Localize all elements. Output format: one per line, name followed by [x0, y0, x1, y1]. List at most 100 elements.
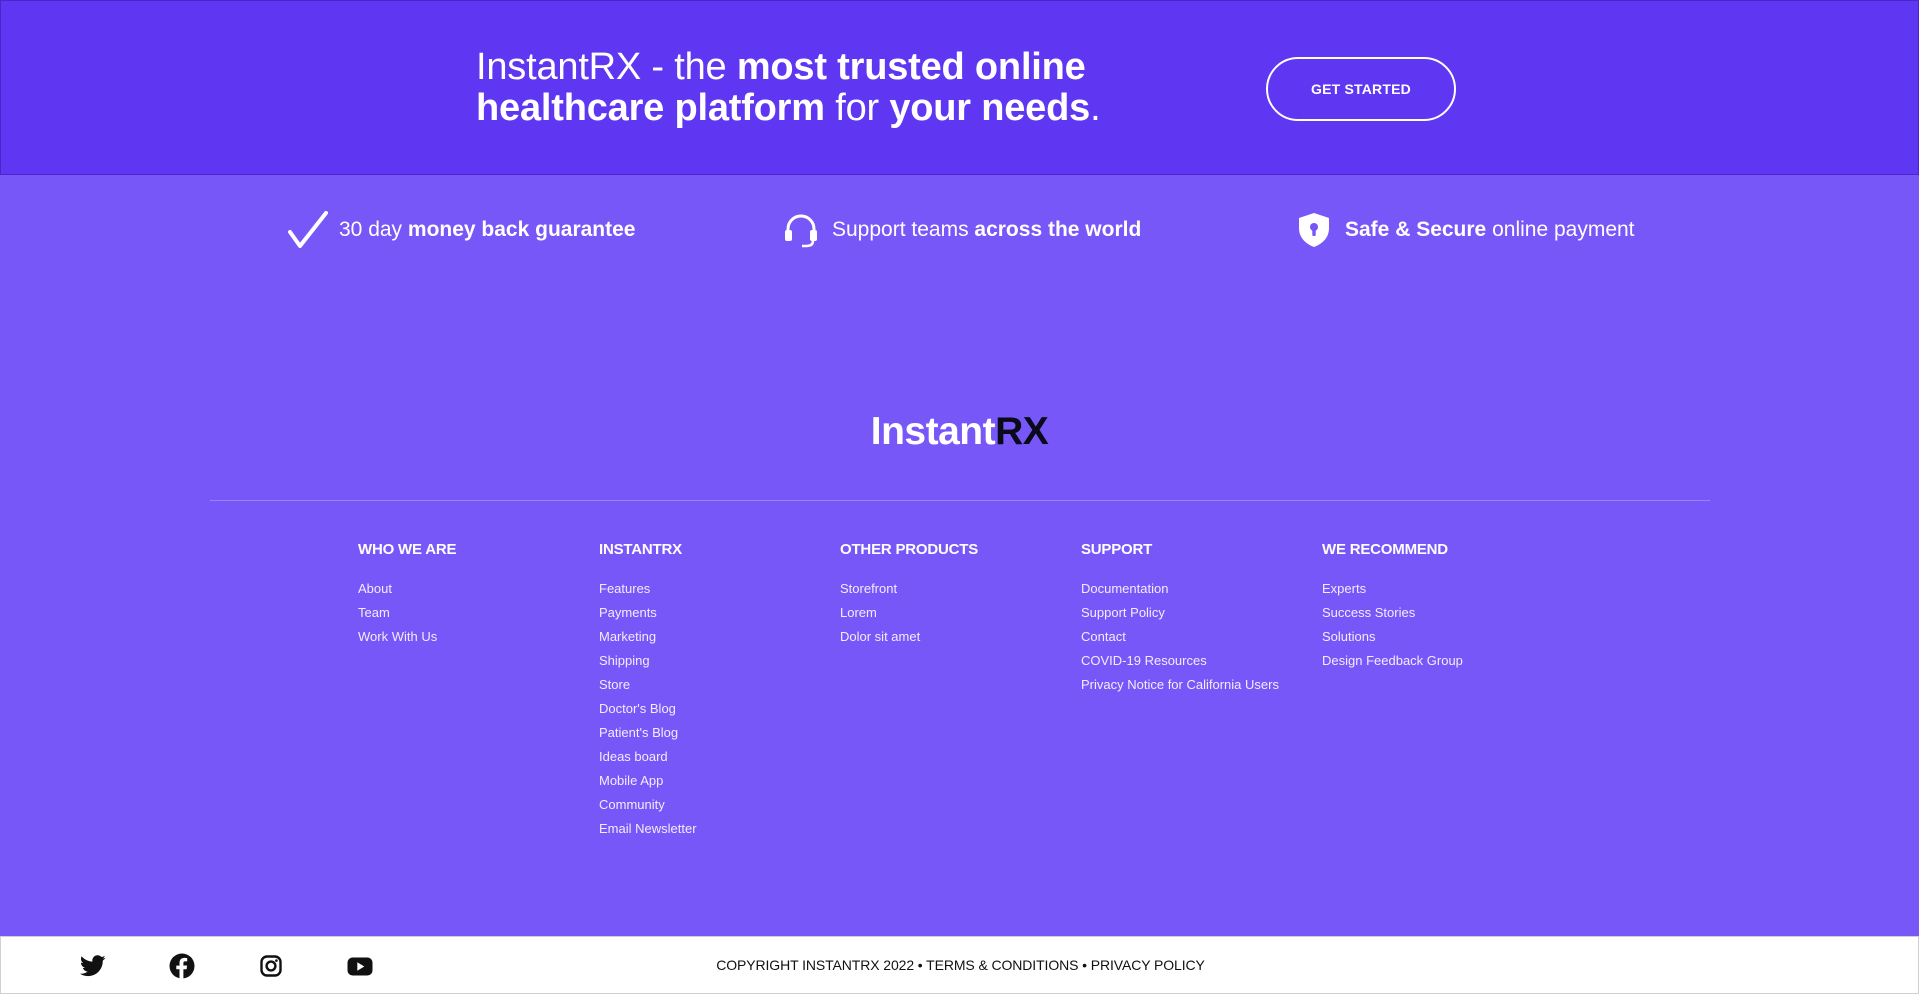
copyright-text: COPYRIGHT INSTANTRX 2022 [716, 957, 915, 973]
footer-column-instantrx: INSTANTRX Features Payments Marketing Sh… [599, 541, 697, 841]
legal-separator: • [914, 957, 927, 973]
footer-link-list: About Team Work With Us [358, 577, 456, 649]
footer-link[interactable]: Mobile App [599, 769, 697, 793]
footer-link-text[interactable]: Doctor's Blog [599, 701, 676, 716]
footer-link-text[interactable]: Email Newsletter [599, 821, 697, 836]
footer-link[interactable]: Success Stories [1322, 601, 1463, 625]
footer-link[interactable]: Design Feedback Group [1322, 649, 1463, 673]
footer-link[interactable]: Email Newsletter [599, 817, 697, 841]
footer-link-text[interactable]: Experts [1322, 581, 1366, 596]
footer-logo[interactable]: InstantRX [0, 410, 1919, 454]
headset-icon [780, 209, 822, 251]
get-started-button[interactable]: GET STARTED [1266, 57, 1456, 121]
footer-link[interactable]: Ideas board [599, 745, 697, 769]
footer-link-text[interactable]: Patient's Blog [599, 725, 678, 740]
footer-link-text[interactable]: Payments [599, 605, 657, 620]
feature-text-bold: money back guarantee [407, 218, 636, 241]
footer-column-other-products: OTHER PRODUCTS Storefront Lorem Dolor si… [840, 541, 978, 649]
footer-link[interactable]: Work With Us [358, 625, 456, 649]
footer-link[interactable]: Marketing [599, 625, 697, 649]
footer-link[interactable]: Store [599, 673, 697, 697]
footer-link[interactable]: Lorem [840, 601, 978, 625]
footer-link[interactable]: Experts [1322, 577, 1463, 601]
footer-link-text[interactable]: COVID-19 Resources [1081, 653, 1207, 668]
footer-link-text[interactable]: About [358, 581, 392, 596]
footer-link-text[interactable]: Dolor sit amet [840, 629, 920, 644]
footer-link-text[interactable]: Marketing [599, 629, 656, 644]
footer-link[interactable]: Patient's Blog [599, 721, 697, 745]
footer-link[interactable]: Doctor's Blog [599, 697, 697, 721]
feature-text-pre: Support teams [832, 218, 975, 241]
footer-column-who-we-are: WHO WE ARE About Team Work With Us [358, 541, 456, 649]
footer-link-text[interactable]: Work With Us [358, 629, 437, 644]
feature-text-pre: 30 day [339, 218, 408, 241]
footer-link-text[interactable]: Community [599, 797, 665, 812]
feature-money-back: 30 day money back guarantee [287, 209, 635, 251]
feature-secure-payment: Safe & Secure online payment [1293, 209, 1635, 251]
footer-link-text[interactable]: Success Stories [1322, 605, 1415, 620]
logo-part-rx: RX [995, 410, 1049, 453]
hero-text-part: . [1090, 87, 1101, 129]
footer-link[interactable]: Documentation [1081, 577, 1279, 601]
hero-text-part: for [824, 87, 890, 129]
terms-link[interactable]: TERMS & CONDITIONS [926, 957, 1078, 973]
footer-column-title: SUPPORT [1081, 541, 1153, 558]
footer-link-text[interactable]: Store [599, 677, 630, 692]
footer-link[interactable]: Contact [1081, 625, 1279, 649]
feature-text: Support teams across the world [832, 218, 1141, 242]
shield-lock-icon [1293, 209, 1335, 251]
footer-link[interactable]: Community [599, 793, 697, 817]
footer-link-text[interactable]: Solutions [1322, 629, 1375, 644]
footer-link-text[interactable]: Privacy Notice for California Users [1081, 677, 1279, 692]
footer-link[interactable]: Storefront [840, 577, 978, 601]
bottom-bar: COPYRIGHT INSTANTRX 2022 • TERMS & CONDI… [0, 936, 1919, 994]
feature-support: Support teams across the world [780, 209, 1141, 251]
footer-divider [210, 500, 1710, 501]
hero-headline: InstantRX - the most trusted online heal… [476, 47, 1136, 129]
footer-link-list: Storefront Lorem Dolor sit amet [840, 577, 978, 649]
footer-link-list: Experts Success Stories Solutions Design… [1322, 577, 1463, 673]
hero-text-emphasis: your needs [889, 87, 1091, 129]
feature-text-bold: across the world [974, 218, 1142, 241]
footer-link-text[interactable]: Documentation [1081, 581, 1168, 596]
footer-column-title: WE RECOMMEND [1322, 541, 1448, 558]
logo-part-instant: Instant [870, 410, 996, 453]
footer-link[interactable]: COVID-19 Resources [1081, 649, 1279, 673]
footer-link-text[interactable]: Ideas board [599, 749, 668, 764]
footer-link-text[interactable]: Mobile App [599, 773, 663, 788]
features-strip: 30 day money back guarantee Support team… [0, 175, 1919, 285]
footer-link[interactable]: Payments [599, 601, 697, 625]
footer-link[interactable]: Team [358, 601, 456, 625]
footer-column-we-recommend: WE RECOMMEND Experts Success Stories Sol… [1322, 541, 1463, 673]
footer-link-list: Features Payments Marketing Shipping Sto… [599, 577, 697, 841]
footer-link-list: Documentation Support Policy Contact COV… [1081, 577, 1279, 697]
footer-link-text[interactable]: Lorem [840, 605, 877, 620]
legal-line: COPYRIGHT INSTANTRX 2022 • TERMS & CONDI… [1, 957, 1919, 973]
footer-link-text[interactable]: Design Feedback Group [1322, 653, 1463, 668]
footer-link[interactable]: About [358, 577, 456, 601]
feature-text-bold: Safe & Secure [1345, 218, 1487, 241]
feature-text: 30 day money back guarantee [339, 218, 635, 242]
footer-column-title: WHO WE ARE [358, 541, 457, 558]
footer-link[interactable]: Shipping [599, 649, 697, 673]
footer-link[interactable]: Support Policy [1081, 601, 1279, 625]
hero-banner: InstantRX - the most trusted online heal… [0, 0, 1919, 175]
footer-link-text[interactable]: Team [358, 605, 390, 620]
footer-column-title: INSTANTRX [599, 541, 682, 558]
footer-link-text[interactable]: Contact [1081, 629, 1126, 644]
feature-text: Safe & Secure online payment [1345, 218, 1635, 242]
footer-link-text[interactable]: Storefront [840, 581, 897, 596]
footer-column-support: SUPPORT Documentation Support Policy Con… [1081, 541, 1279, 697]
privacy-link[interactable]: PRIVACY POLICY [1091, 957, 1205, 973]
footer-link[interactable]: Dolor sit amet [840, 625, 978, 649]
footer-link[interactable]: Solutions [1322, 625, 1463, 649]
footer-link-text[interactable]: Support Policy [1081, 605, 1165, 620]
footer-link[interactable]: Privacy Notice for California Users [1081, 673, 1279, 697]
footer-column-title: OTHER PRODUCTS [840, 541, 979, 558]
footer-link[interactable]: Features [599, 577, 697, 601]
footer-link-text[interactable]: Shipping [599, 653, 650, 668]
footer-link-text[interactable]: Features [599, 581, 650, 596]
legal-separator: • [1078, 957, 1091, 973]
hero-text-part: InstantRX - the [476, 46, 737, 88]
feature-text-post: online payment [1486, 218, 1635, 241]
